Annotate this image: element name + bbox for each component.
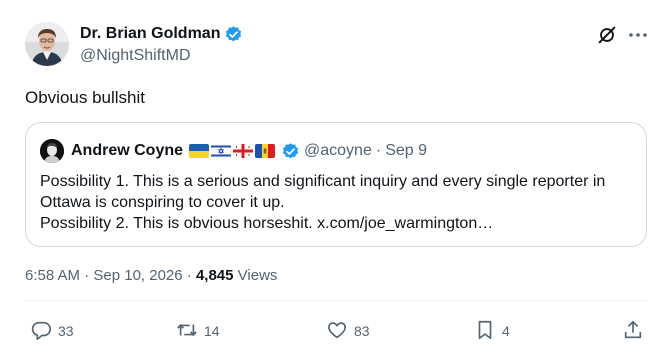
israel-flag-icon [211,144,232,158]
tweet-text: Obvious bullshit [25,88,146,107]
author-avatar[interactable] [25,22,69,66]
share-icon [622,319,644,344]
like-button[interactable]: 83 [326,320,370,342]
reply-count: 33 [58,323,74,339]
quote-author-avatar[interactable] [40,139,64,163]
bookmark-count: 4 [502,323,510,339]
quote-separator: · [375,142,382,159]
reply-button[interactable]: 33 [30,320,74,342]
bookmark-button[interactable]: 4 [474,320,510,342]
quote-date[interactable]: Sep 9 [385,141,427,161]
quote-text-line: Possibility 1. This is a serious and sig… [40,173,606,211]
tweet-timestamp[interactable]: 6:58 AM · Sep 10, 2026 · [25,267,196,284]
moldova-flag-icon [255,144,276,158]
reply-icon [30,319,52,344]
tweet: Dr. Brian Goldman @NightShiftMD Obvious … [0,0,672,357]
more-options-icon[interactable] [628,24,648,46]
verified-badge-icon[interactable] [224,25,243,44]
like-count: 83 [354,323,370,339]
grok-icon[interactable] [596,24,618,46]
views-label: Views [233,267,278,284]
quote-text: Possibility 1. This is a serious and sig… [40,171,630,234]
author-name[interactable]: Dr. Brian Goldman [80,24,220,44]
quote-verified-badge-icon[interactable] [281,142,300,161]
quote-text-line: Possibility 2. This is obvious horseshit… [40,215,494,232]
heart-icon [326,319,348,344]
repost-button[interactable]: 14 [176,320,220,342]
quote-author-name[interactable]: Andrew Coyne [71,141,183,161]
author-name-row[interactable]: Dr. Brian Goldman [80,24,243,44]
repost-icon [176,319,198,344]
share-button[interactable] [622,320,644,342]
tweet-meta: 6:58 AM · Sep 10, 2026 · 4,845 Views [25,266,277,286]
georgia-flag-icon [233,144,254,158]
views-count: 4,845 [195,267,234,284]
author-handle[interactable]: @NightShiftMD [80,46,191,66]
bookmark-icon [474,319,496,344]
repost-count: 14 [204,323,220,339]
divider [25,300,647,301]
quoted-tweet[interactable]: Andrew Coyne @acoyne · Sep 9 Possibility… [25,122,647,247]
quote-header: Andrew Coyne @acoyne · Sep 9 [71,141,427,161]
quote-author-handle[interactable]: @acoyne [304,141,372,161]
ukraine-flag-icon [189,144,210,158]
